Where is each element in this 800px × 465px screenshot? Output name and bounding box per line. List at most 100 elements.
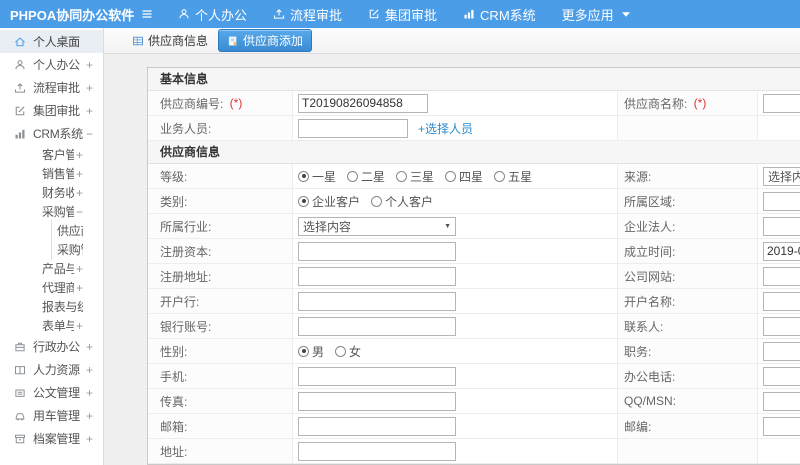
sidebar-item[interactable]: 客户管理+ xyxy=(0,145,103,164)
text-input[interactable] xyxy=(763,266,800,286)
nav-item[interactable]: 个人办公 xyxy=(178,5,247,24)
sidebar-item[interactable]: 人力资源 + xyxy=(0,358,103,381)
radio-option[interactable]: 女 xyxy=(335,343,361,360)
text-input[interactable] xyxy=(298,316,456,336)
radio-option[interactable]: 男 xyxy=(298,343,324,360)
text-input[interactable] xyxy=(763,241,800,261)
text-input[interactable] xyxy=(298,266,456,286)
text-input[interactable] xyxy=(763,391,800,411)
sidebar-item[interactable]: 流程审批 + xyxy=(0,76,103,99)
radio-option[interactable]: 个人客户 xyxy=(371,193,433,210)
radio-option[interactable]: 一星 xyxy=(298,168,336,185)
text-input[interactable] xyxy=(298,291,456,311)
field-label-cell: 联系人: xyxy=(618,314,758,338)
form-row: 等级: 一星 二星 三星 四星 五星 来源: 选择内容▼ xyxy=(148,164,800,189)
collapse-minus-icon[interactable]: − xyxy=(84,127,93,141)
text-input[interactable] xyxy=(298,241,456,261)
sidebar-item[interactable]: 用车管理 + xyxy=(0,404,103,427)
radio-option[interactable]: 企业客户 xyxy=(298,193,360,210)
form-row: 性别: 男女职务: xyxy=(148,339,800,364)
sidebar-item[interactable]: 个人办公 + xyxy=(0,53,103,76)
app-logo: PHPOA协同办公软件 xyxy=(10,7,135,23)
sidebar-item[interactable]: 供应商管理 xyxy=(0,220,103,241)
sidebar-item[interactable]: 公文管理 + xyxy=(0,381,103,404)
field-label-cell: 开户名称: xyxy=(618,289,758,313)
expand-plus-icon[interactable]: + xyxy=(84,363,93,377)
hamburger-menu-button[interactable] xyxy=(140,8,154,20)
sidebar-item[interactable]: 集团审批 + xyxy=(0,99,103,122)
expand-plus-icon[interactable]: + xyxy=(74,167,83,181)
text-input[interactable] xyxy=(298,118,408,138)
text-input[interactable] xyxy=(298,366,456,386)
expand-plus-icon[interactable]: + xyxy=(84,432,93,446)
radio-option[interactable]: 四星 xyxy=(445,168,483,185)
expand-plus-icon[interactable]: + xyxy=(74,281,83,295)
nav-item[interactable]: 流程审批 xyxy=(273,5,342,24)
select-input[interactable]: 选择内容▼ xyxy=(298,216,456,236)
field-label: 供应商编号: xyxy=(160,96,224,111)
radio-label: 个人客户 xyxy=(385,194,434,209)
nav-item[interactable]: 集团审批 xyxy=(368,5,437,24)
nav-item[interactable]: 更多应用 xyxy=(562,5,630,24)
text-input[interactable] xyxy=(298,416,456,436)
radio-option[interactable]: 五星 xyxy=(494,168,532,185)
sidebar-item[interactable]: 代理商管理+ xyxy=(0,278,103,297)
expand-plus-icon[interactable]: + xyxy=(84,104,93,118)
field-label: 职务: xyxy=(624,344,652,359)
field-label-cell: 银行账号: xyxy=(148,314,293,338)
expand-plus-icon[interactable]: + xyxy=(84,409,93,423)
sidebar-item[interactable]: 财务收支+ xyxy=(0,183,103,202)
collapse-minus-icon[interactable]: − xyxy=(74,205,83,219)
field-label: 来源: xyxy=(624,169,652,184)
text-input[interactable] xyxy=(298,441,456,461)
sidebar-item[interactable]: 销售管理+ xyxy=(0,164,103,183)
sidebar-item[interactable]: 报表与统计 xyxy=(0,297,103,316)
field-cell xyxy=(758,264,800,288)
section-header: 基本信息 xyxy=(148,68,800,91)
select-input[interactable]: 选择内容▼ xyxy=(763,166,800,186)
text-input[interactable] xyxy=(763,291,800,311)
field-cell xyxy=(293,264,618,288)
expand-plus-icon[interactable]: + xyxy=(74,262,83,276)
text-input[interactable] xyxy=(763,341,800,361)
tab-supplier-add[interactable]: 供应商添加 xyxy=(218,29,313,52)
sidebar-item[interactable]: 采购管理− xyxy=(0,202,103,221)
expand-plus-icon[interactable]: + xyxy=(74,319,83,333)
sidebar-item[interactable]: 行政办公 + xyxy=(0,335,103,358)
field-label-cell: QQ/MSN: xyxy=(618,389,758,413)
text-input[interactable] xyxy=(763,191,800,211)
text-input[interactable] xyxy=(763,366,800,386)
text-input[interactable] xyxy=(298,93,428,113)
text-input[interactable] xyxy=(763,416,800,436)
radio-label: 三星 xyxy=(410,169,435,184)
sidebar-item[interactable]: 档案管理 + xyxy=(0,427,103,450)
sidebar-item[interactable]: 采购管理 xyxy=(0,239,103,260)
home-icon xyxy=(14,36,26,48)
main-area: 供应商信息供应商添加 基本信息供应商编号: (*)供应商名称: (*)业务人员:… xyxy=(104,28,800,465)
sidebar-item[interactable]: 个人桌面 xyxy=(0,30,103,53)
tab-supplier-info[interactable]: 供应商信息 xyxy=(132,32,208,49)
expand-plus-icon[interactable]: + xyxy=(84,386,93,400)
field-label: 传真: xyxy=(160,394,188,409)
nav-item-label: 流程审批 xyxy=(290,7,343,23)
text-input[interactable] xyxy=(763,93,800,113)
sidebar-item-label: 产品与库存 xyxy=(42,262,74,276)
expand-plus-icon[interactable]: + xyxy=(84,81,93,95)
nav-item[interactable]: CRM系统 xyxy=(463,5,536,24)
sidebar-item[interactable]: 产品与库存+ xyxy=(0,259,103,278)
text-input[interactable] xyxy=(298,391,456,411)
expand-plus-icon[interactable]: + xyxy=(84,58,93,72)
radio-icon xyxy=(371,195,383,207)
expand-plus-icon[interactable]: + xyxy=(74,186,83,200)
select-person-link[interactable]: +选择人员 xyxy=(418,120,473,137)
radio-option[interactable]: 二星 xyxy=(347,168,385,185)
field-cell xyxy=(758,414,800,438)
radio-option[interactable]: 三星 xyxy=(396,168,434,185)
text-input[interactable] xyxy=(763,216,800,236)
expand-plus-icon[interactable]: + xyxy=(74,148,83,162)
text-input[interactable] xyxy=(763,316,800,336)
sidebar-item[interactable]: 表单与流程设置+ xyxy=(0,316,103,335)
expand-plus-icon[interactable]: + xyxy=(84,340,93,354)
sidebar-item-label: 公文管理 xyxy=(33,386,80,400)
sidebar-item[interactable]: CRM系统 − xyxy=(0,122,103,145)
